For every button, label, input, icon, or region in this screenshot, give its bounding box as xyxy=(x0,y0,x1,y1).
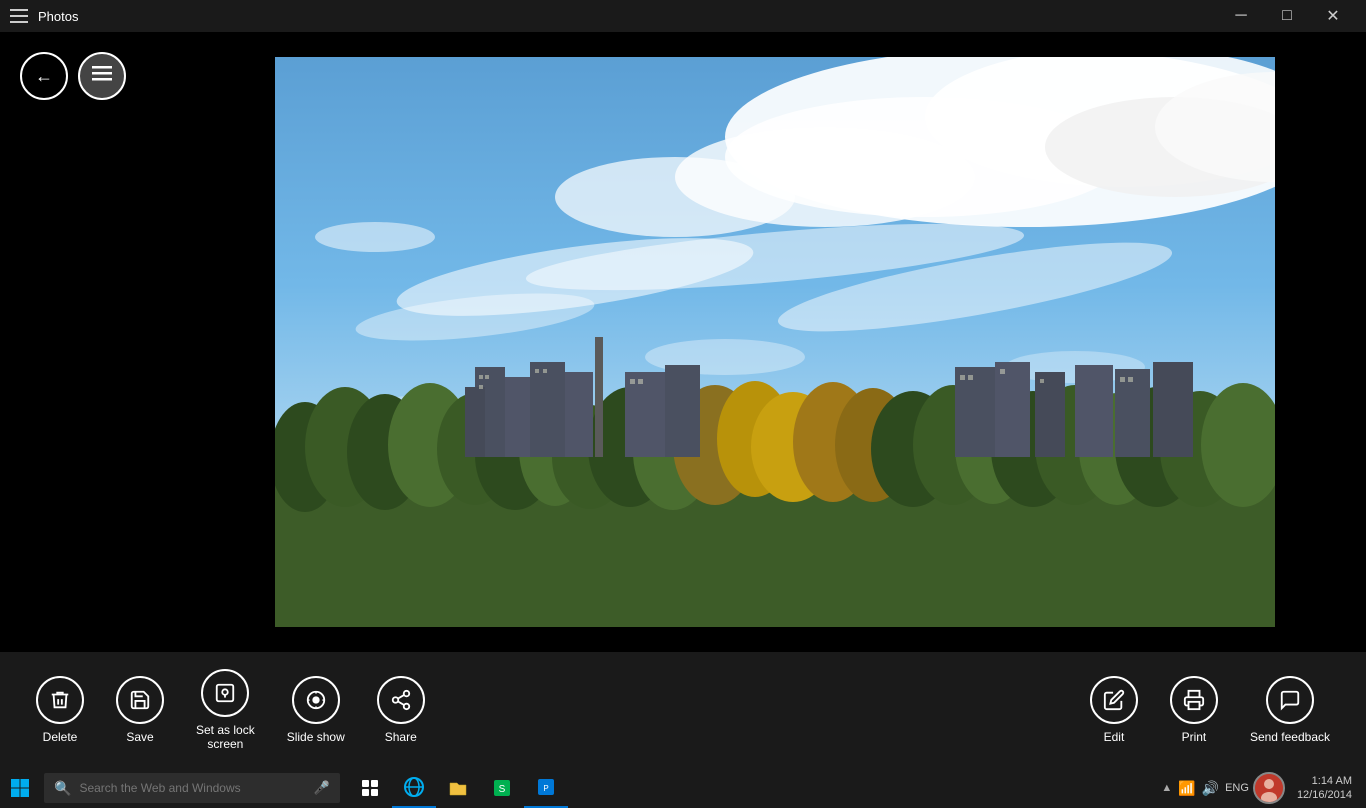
top-controls: ← xyxy=(20,52,126,100)
titlebar-left: Photos xyxy=(10,9,78,24)
save-button[interactable]: Save xyxy=(100,668,180,752)
photos-app-button[interactable]: P xyxy=(524,768,568,808)
edit-button[interactable]: Edit xyxy=(1074,668,1154,752)
search-bar[interactable]: 🔍 🎤 xyxy=(44,773,340,803)
search-input[interactable] xyxy=(79,781,305,795)
share-label: Share xyxy=(385,730,417,744)
share-icon xyxy=(377,676,425,724)
search-icon: 🔍 xyxy=(54,780,71,797)
ie-button[interactable] xyxy=(392,768,436,808)
clock-date: 12/16/2014 xyxy=(1297,788,1352,802)
app-title: Photos xyxy=(38,9,78,24)
set-lock-screen-button[interactable]: Set as lockscreen xyxy=(180,661,271,760)
save-label: Save xyxy=(126,730,153,744)
user-avatar[interactable] xyxy=(1253,772,1285,804)
print-button[interactable]: Print xyxy=(1154,668,1234,752)
minimize-button[interactable]: ─ xyxy=(1218,0,1264,32)
send-feedback-icon xyxy=(1266,676,1314,724)
delete-button[interactable]: Delete xyxy=(20,668,100,752)
print-label: Print xyxy=(1182,730,1207,744)
photo-container xyxy=(183,32,1366,652)
send-feedback-button[interactable]: Send feedback xyxy=(1234,668,1346,752)
delete-icon xyxy=(36,676,84,724)
set-lock-screen-icon xyxy=(201,669,249,717)
svg-text:P: P xyxy=(543,784,548,793)
share-button[interactable]: Share xyxy=(361,668,441,752)
show-hidden-icons[interactable]: ▲ xyxy=(1161,782,1172,794)
bottom-toolbar: Delete Save Set as lockscreen xyxy=(0,652,1366,768)
menu-icon xyxy=(92,66,112,87)
titlebar: Photos ─ □ ✕ xyxy=(0,0,1366,32)
maximize-button[interactable]: □ xyxy=(1264,0,1310,32)
back-button[interactable]: ← xyxy=(20,52,68,100)
close-button[interactable]: ✕ xyxy=(1310,0,1356,32)
edit-label: Edit xyxy=(1104,730,1125,744)
start-button[interactable] xyxy=(0,768,40,808)
hamburger-menu-icon[interactable] xyxy=(10,9,28,23)
clock-time: 1:14 AM xyxy=(1297,774,1352,788)
back-icon: ← xyxy=(35,66,53,87)
microphone-icon[interactable]: 🎤 xyxy=(314,780,330,796)
file-explorer-button[interactable] xyxy=(436,768,480,808)
ime-icon[interactable]: ENG xyxy=(1225,782,1249,794)
taskbar: 🔍 🎤 xyxy=(0,768,1366,808)
main-area: ← xyxy=(0,32,1366,652)
print-icon xyxy=(1170,676,1218,724)
photo-display xyxy=(275,57,1275,627)
clock[interactable]: 1:14 AM 12/16/2014 xyxy=(1289,774,1360,803)
volume-icon[interactable]: 🔊 xyxy=(1202,780,1219,797)
task-view-button[interactable] xyxy=(348,768,392,808)
store-button[interactable]: S xyxy=(480,768,524,808)
set-lock-screen-label: Set as lockscreen xyxy=(196,723,255,752)
delete-label: Delete xyxy=(43,730,78,744)
save-icon xyxy=(116,676,164,724)
slideshow-button[interactable]: Slide show xyxy=(271,668,361,752)
taskbar-apps: S P xyxy=(348,768,568,808)
send-feedback-label: Send feedback xyxy=(1250,730,1330,744)
titlebar-controls: ─ □ ✕ xyxy=(1218,0,1356,32)
network-icon[interactable]: 📶 xyxy=(1178,780,1195,797)
menu-button[interactable] xyxy=(78,52,126,100)
slideshow-icon xyxy=(292,676,340,724)
edit-icon xyxy=(1090,676,1138,724)
taskbar-right: ▲ 📶 🔊 ENG 1:14 AM 12/16/2014 xyxy=(1161,768,1366,808)
system-tray: ▲ 📶 🔊 ENG xyxy=(1161,780,1249,797)
svg-text:S: S xyxy=(499,784,506,795)
slideshow-label: Slide show xyxy=(287,730,345,744)
